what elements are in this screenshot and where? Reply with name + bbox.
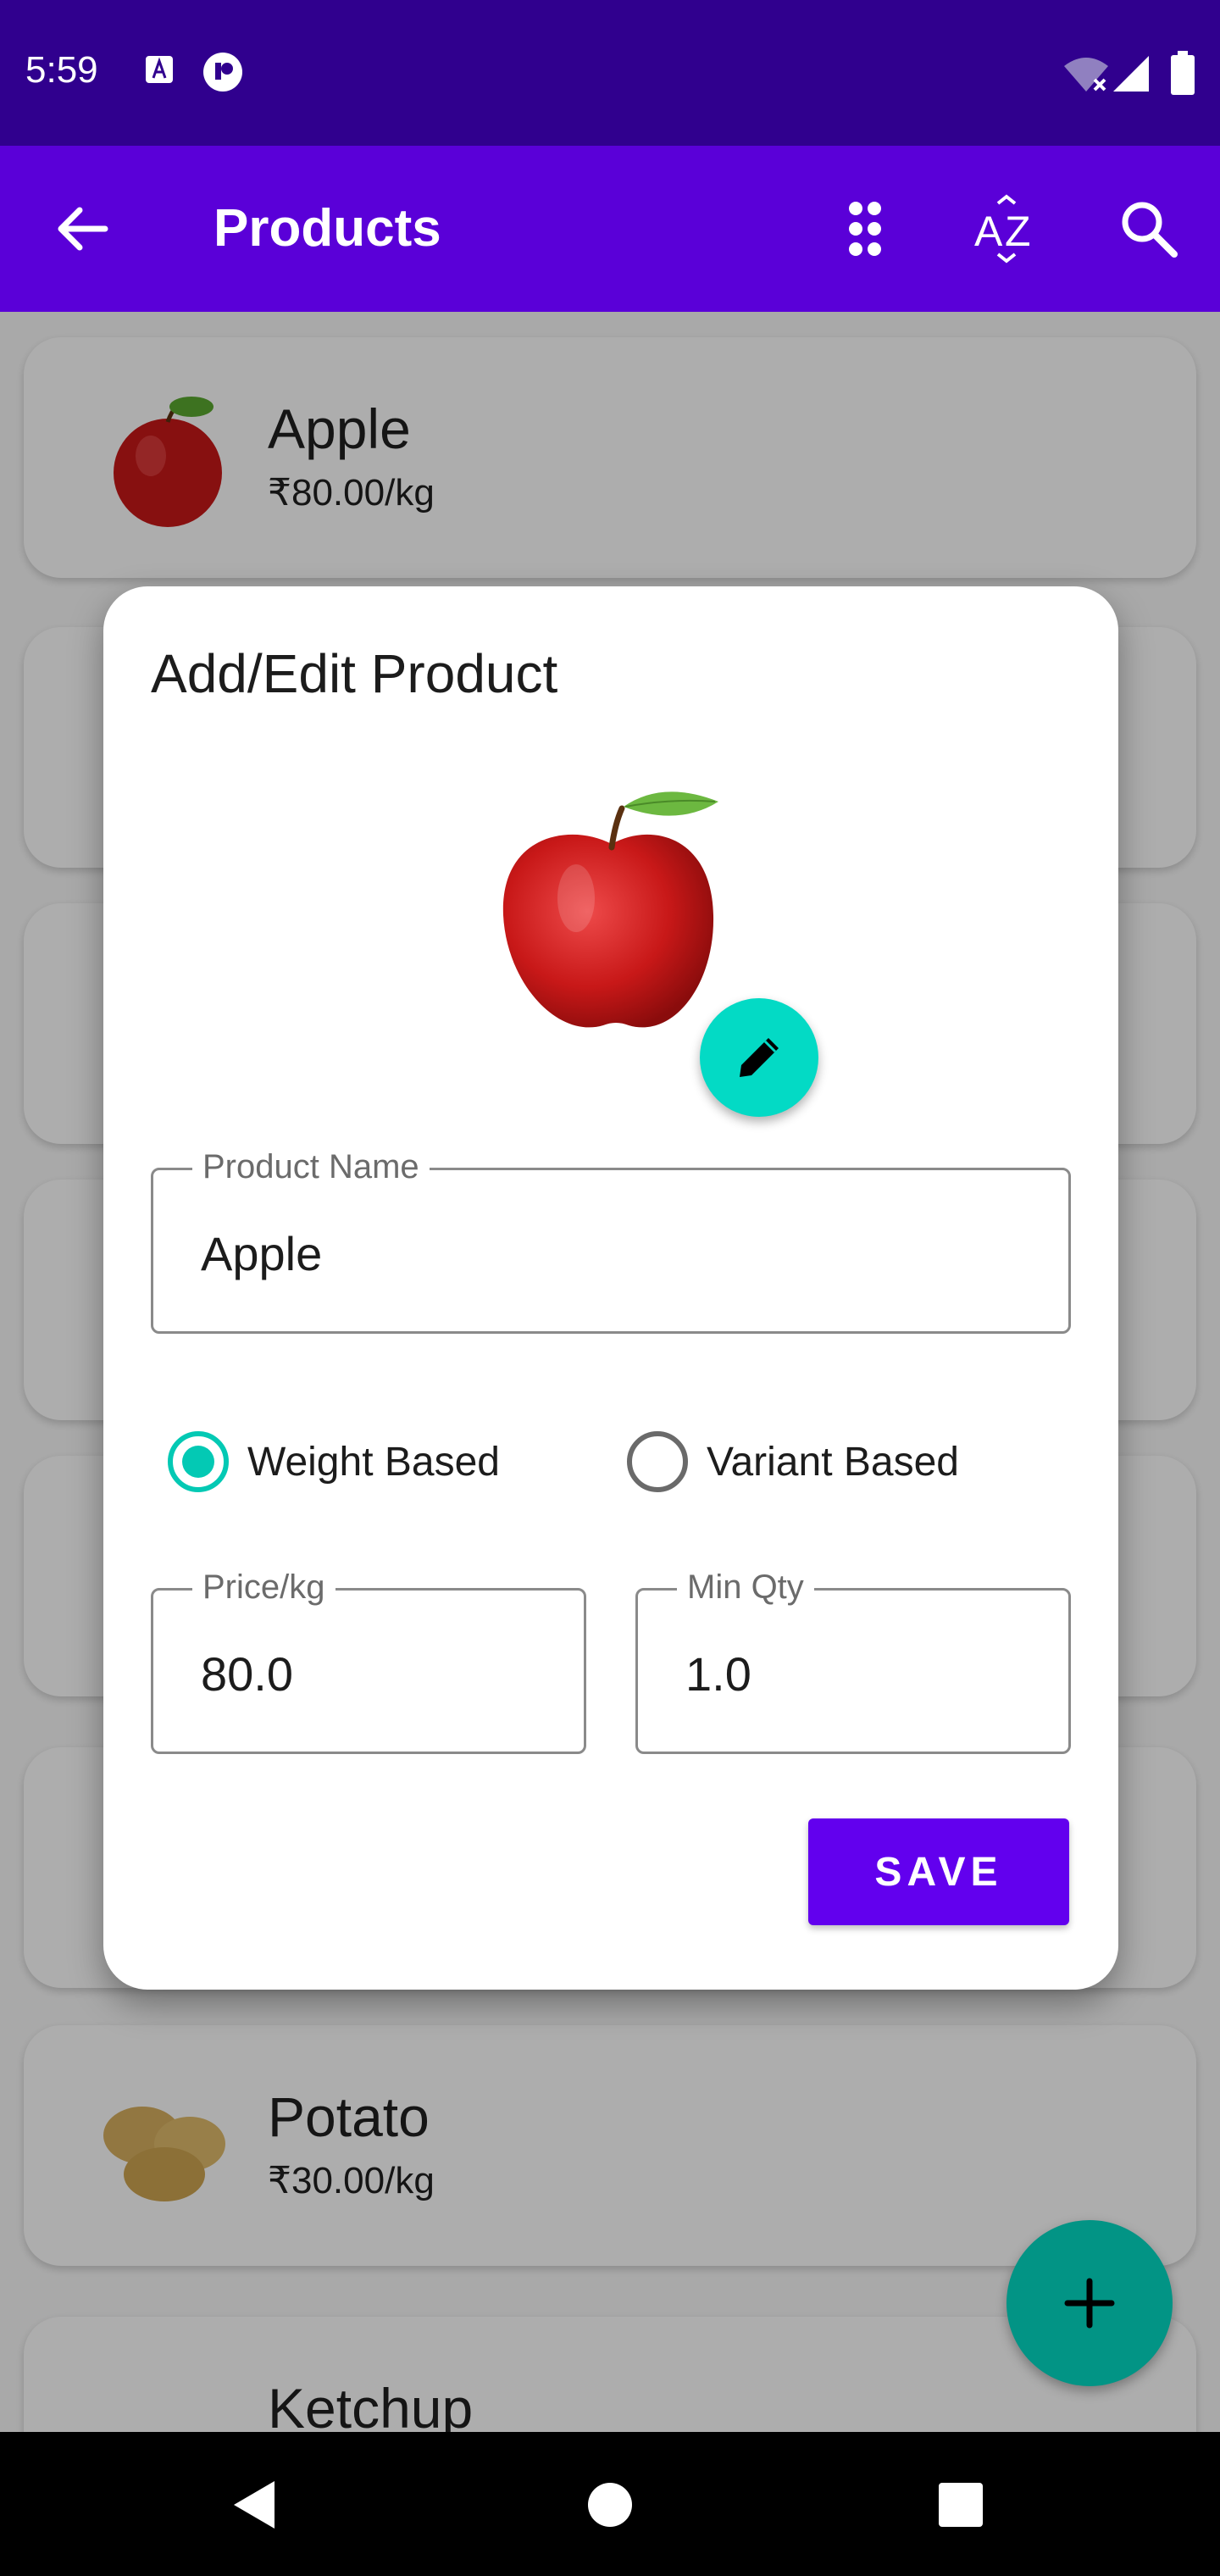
min-qty-value: 1.0: [685, 1647, 751, 1701]
variant-based-label: Variant Based: [707, 1439, 959, 1485]
record-icon: [203, 53, 242, 92]
edit-image-button[interactable]: [700, 998, 818, 1117]
svg-text:A: A: [974, 208, 1003, 255]
battery-icon: [1171, 51, 1195, 95]
product-name-label: Product Name: [192, 1148, 430, 1186]
variant-based-option[interactable]: Variant Based: [627, 1424, 959, 1500]
pencil-icon: [740, 1038, 779, 1077]
min-qty-field[interactable]: Min Qty 1.0: [635, 1568, 1071, 1754]
weight-based-option[interactable]: Weight Based: [168, 1424, 500, 1500]
price-value: 80.0: [201, 1647, 293, 1701]
signal-icon: [1113, 56, 1149, 92]
variant-based-radio[interactable]: [627, 1431, 688, 1492]
page-title: Products: [214, 199, 441, 258]
sort-az-icon[interactable]: A Z: [971, 193, 1042, 264]
screen: 5:59 Products A Z Apple ₹80.00/kg Potato…: [0, 0, 1220, 2576]
back-nav-icon[interactable]: [229, 2478, 280, 2532]
status-bar: 5:59: [0, 0, 1220, 146]
home-nav-icon[interactable]: [585, 2479, 635, 2530]
back-arrow-icon[interactable]: [47, 193, 119, 264]
search-icon[interactable]: [1113, 193, 1184, 264]
app-bar: Products A Z: [0, 146, 1220, 312]
wifi-off-icon: [1064, 58, 1108, 92]
price-label: Price/kg: [192, 1568, 336, 1607]
product-name-value: Apple: [201, 1227, 323, 1280]
product-name-field[interactable]: Product Name Apple: [151, 1148, 1071, 1334]
min-qty-label: Min Qty: [677, 1568, 814, 1607]
weight-based-radio[interactable]: [168, 1431, 229, 1492]
dialog-title: Add/Edit Product: [151, 643, 558, 704]
product-image: [502, 791, 718, 1028]
svg-text:Z: Z: [1005, 208, 1031, 255]
recents-nav-icon[interactable]: [937, 2481, 984, 2529]
add-edit-product-dialog: Add/Edit Product Product Name Apple Weig…: [103, 586, 1118, 1990]
save-button[interactable]: SAVE: [808, 1818, 1069, 1925]
price-field[interactable]: Price/kg 80.0: [151, 1568, 586, 1754]
radio-selected-dot: [182, 1446, 214, 1478]
grid-icon[interactable]: [829, 193, 900, 264]
navigation-bar: [0, 2432, 1220, 2576]
accessibility-a-icon: [146, 56, 173, 83]
weight-based-label: Weight Based: [247, 1439, 500, 1485]
status-time: 5:59: [25, 49, 98, 91]
